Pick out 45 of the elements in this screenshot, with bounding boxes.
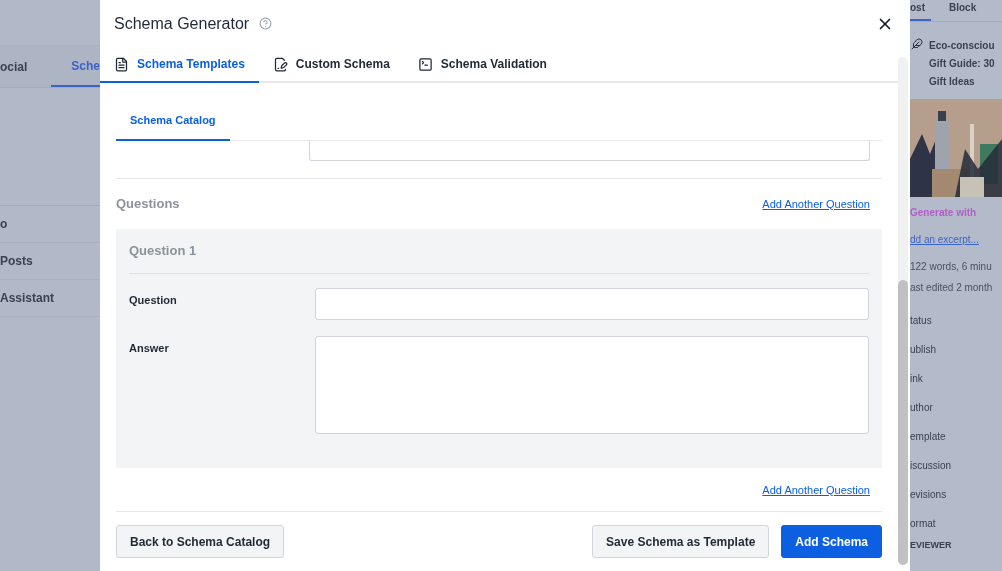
add-question-link[interactable]: Add Another Question [762,481,870,499]
subtab[interactable]: Schema Catalog [116,102,230,141]
feather-icon [911,38,923,50]
setting-label: tatus [910,314,933,326]
scrollbar-thumb[interactable] [898,280,908,565]
background-menu-item[interactable]: Assistant [0,289,55,307]
help-icon[interactable] [259,17,273,30]
scrollbar[interactable] [898,57,908,565]
background-tab[interactable]: Block [949,0,977,19]
field-label: Answer [129,341,170,356]
terminal-icon [417,56,433,72]
document-icon [114,56,129,72]
answer-field[interactable] [315,336,869,434]
post-title: Eco-consciou [929,39,995,53]
add-question-link[interactable]: Add Another Question [762,195,870,213]
background-tab[interactable]: ost [910,0,931,21]
section-heading: EVIEWER [910,539,953,552]
background-menu-item[interactable]: o [0,215,8,233]
dialog-title: Schema Generator [114,13,250,34]
dialog-tab[interactable]: Custom Schema [258,47,404,83]
question-title: Question 1 [129,242,197,261]
post-title: Gift Guide: 30 [929,57,995,71]
edit-icon [272,56,288,72]
field-label: Question [129,293,178,308]
setting-label: ormat [910,517,937,529]
setting-label: uthor [910,401,934,413]
post-meta: ast edited 2 month [910,281,994,295]
background-tab[interactable]: ocial [0,47,28,86]
setting-label: evisions [910,488,948,500]
secondary-button[interactable]: Save Schema as Template [592,525,770,558]
primary-button[interactable]: Add Schema [781,525,882,558]
dialog-tab[interactable]: Schema Validation [403,47,561,83]
section-title: Questions [116,195,180,214]
secondary-button[interactable]: Back to Schema Catalog [116,525,285,558]
background-menu-item[interactable]: Posts [0,252,33,270]
setting-label: ink [910,372,924,384]
post-meta: 122 words, 6 minu [910,260,993,274]
setting-label: iscussion [910,459,953,471]
setting-label: ublish [910,343,938,355]
setting-label: emplate [910,430,947,442]
question-field[interactable] [315,288,869,320]
input-field[interactable] [309,141,870,161]
excerpt-link[interactable]: dd an excerpt... [910,232,1002,247]
post-title: Gift Ideas [929,75,976,89]
dialog-tab[interactable]: Schema Templates [100,47,259,83]
